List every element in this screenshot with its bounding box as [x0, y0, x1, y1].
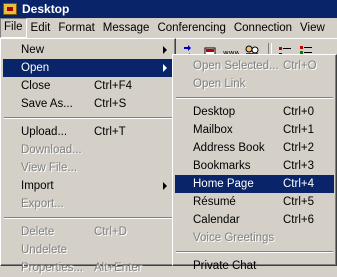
- menu-item-label: Résumé: [193, 196, 236, 208]
- open-submenu: Open Selected... Ctrl+O Open Link Deskto…: [172, 54, 337, 272]
- menu-item-label: Open: [21, 62, 50, 74]
- menu-item-label: Calendar: [193, 214, 240, 226]
- menu-item-undelete[interactable]: Undelete: [3, 241, 173, 259]
- menu-item-label: Upload...: [21, 126, 68, 138]
- menu-item-close[interactable]: Close Ctrl+F4: [3, 77, 173, 95]
- menu-message[interactable]: Message: [99, 19, 154, 37]
- menu-item-label: Download...: [21, 144, 82, 156]
- menu-file[interactable]: File: [0, 18, 27, 38]
- menu-item-home-page[interactable]: Home Page Ctrl+4: [175, 175, 334, 193]
- menu-item-label: Bookmarks: [193, 160, 251, 172]
- menu-item-import[interactable]: Import: [3, 177, 173, 195]
- menu-item-properties[interactable]: Properties... Alt+Enter: [3, 259, 173, 277]
- window-title: Desktop: [22, 2, 70, 16]
- menu-item-shortcut: Ctrl+4: [283, 178, 314, 190]
- title-bar: Desktop: [0, 0, 337, 18]
- menu-item-open-selected[interactable]: Open Selected... Ctrl+O: [175, 57, 334, 75]
- menu-item-download[interactable]: Download...: [3, 141, 173, 159]
- menu-item-save-as[interactable]: Save As... Ctrl+S: [3, 95, 173, 113]
- menu-item-delete[interactable]: Delete Ctrl+D: [3, 223, 173, 241]
- menu-item-label: Home Page: [193, 178, 254, 190]
- menu-conferencing[interactable]: Conferencing: [153, 19, 229, 37]
- menu-item-view-file[interactable]: View File...: [3, 159, 173, 177]
- menu-item-label: Import: [21, 180, 54, 192]
- menu-bar: File Edit Format Message Conferencing Co…: [0, 18, 337, 39]
- submenu-arrow-icon: [163, 46, 167, 54]
- menu-separator: [176, 97, 333, 99]
- menu-item-shortcut: Ctrl+F4: [94, 80, 133, 92]
- menu-item-label: Properties...: [21, 262, 83, 274]
- menu-item-resume[interactable]: Résumé Ctrl+5: [175, 193, 334, 211]
- file-menu: New Open Close Ctrl+F4 Save As... Ctrl+S…: [0, 38, 176, 274]
- menu-item-upload[interactable]: Upload... Ctrl+T: [3, 123, 173, 141]
- menu-item-export[interactable]: Export...: [3, 195, 173, 213]
- menu-item-label: Close: [21, 80, 51, 92]
- menu-item-open-link[interactable]: Open Link: [175, 75, 334, 93]
- menu-item-label: Voice Greetings: [193, 232, 275, 244]
- menu-item-label: Open Selected...: [193, 60, 279, 72]
- menu-connection[interactable]: Connection: [230, 19, 296, 37]
- menu-item-shortcut: Ctrl+O: [283, 60, 317, 72]
- menu-item-label: New: [21, 44, 45, 56]
- menu-item-calendar[interactable]: Calendar Ctrl+6: [175, 211, 334, 229]
- menu-item-label: Delete: [21, 226, 55, 238]
- menu-item-label: View File...: [21, 162, 78, 174]
- menu-edit[interactable]: Edit: [27, 19, 55, 37]
- menu-item-label: Address Book: [193, 142, 265, 154]
- menu-item-bookmarks[interactable]: Bookmarks Ctrl+3: [175, 157, 334, 175]
- menu-item-voice-greetings[interactable]: Voice Greetings: [175, 229, 334, 247]
- submenu-arrow-icon: [163, 182, 167, 190]
- menu-item-label: Mailbox: [193, 124, 233, 136]
- menu-item-shortcut: Ctrl+0: [283, 106, 314, 118]
- menu-item-open[interactable]: Open: [3, 59, 173, 77]
- menu-view[interactable]: View: [296, 19, 329, 37]
- menu-item-shortcut: Alt+Enter: [94, 262, 142, 274]
- menu-item-shortcut: Ctrl+S: [94, 98, 127, 110]
- menu-item-new[interactable]: New: [3, 41, 173, 59]
- menu-item-private-chat[interactable]: Private Chat: [175, 257, 334, 275]
- menu-item-desktop[interactable]: Desktop Ctrl+0: [175, 103, 334, 121]
- menu-item-mailbox[interactable]: Mailbox Ctrl+1: [175, 121, 334, 139]
- menu-separator: [176, 251, 333, 253]
- menu-item-address-book[interactable]: Address Book Ctrl+2: [175, 139, 334, 157]
- menu-item-shortcut: Ctrl+2: [283, 142, 314, 154]
- menu-item-label: Save As...: [21, 98, 73, 110]
- menu-item-shortcut: Ctrl+5: [283, 196, 314, 208]
- menu-item-label: Export...: [21, 198, 64, 210]
- menu-item-label: Private Chat: [193, 260, 257, 272]
- menu-item-shortcut: Ctrl+6: [283, 214, 314, 226]
- menu-item-label: Undelete: [21, 244, 68, 256]
- menu-item-shortcut: Ctrl+T: [94, 126, 126, 138]
- menu-item-shortcut: Ctrl+1: [283, 124, 314, 136]
- menu-item-label: Desktop: [193, 106, 236, 118]
- submenu-arrow-icon: [163, 64, 167, 72]
- desktop-app-icon: [3, 3, 17, 15]
- menu-item-shortcut: Ctrl+3: [283, 160, 314, 172]
- menu-separator: [4, 217, 172, 219]
- menu-separator: [4, 117, 172, 119]
- menu-item-label: Open Link: [193, 78, 246, 90]
- menu-item-shortcut: Ctrl+D: [94, 226, 127, 238]
- menu-format[interactable]: Format: [54, 19, 98, 37]
